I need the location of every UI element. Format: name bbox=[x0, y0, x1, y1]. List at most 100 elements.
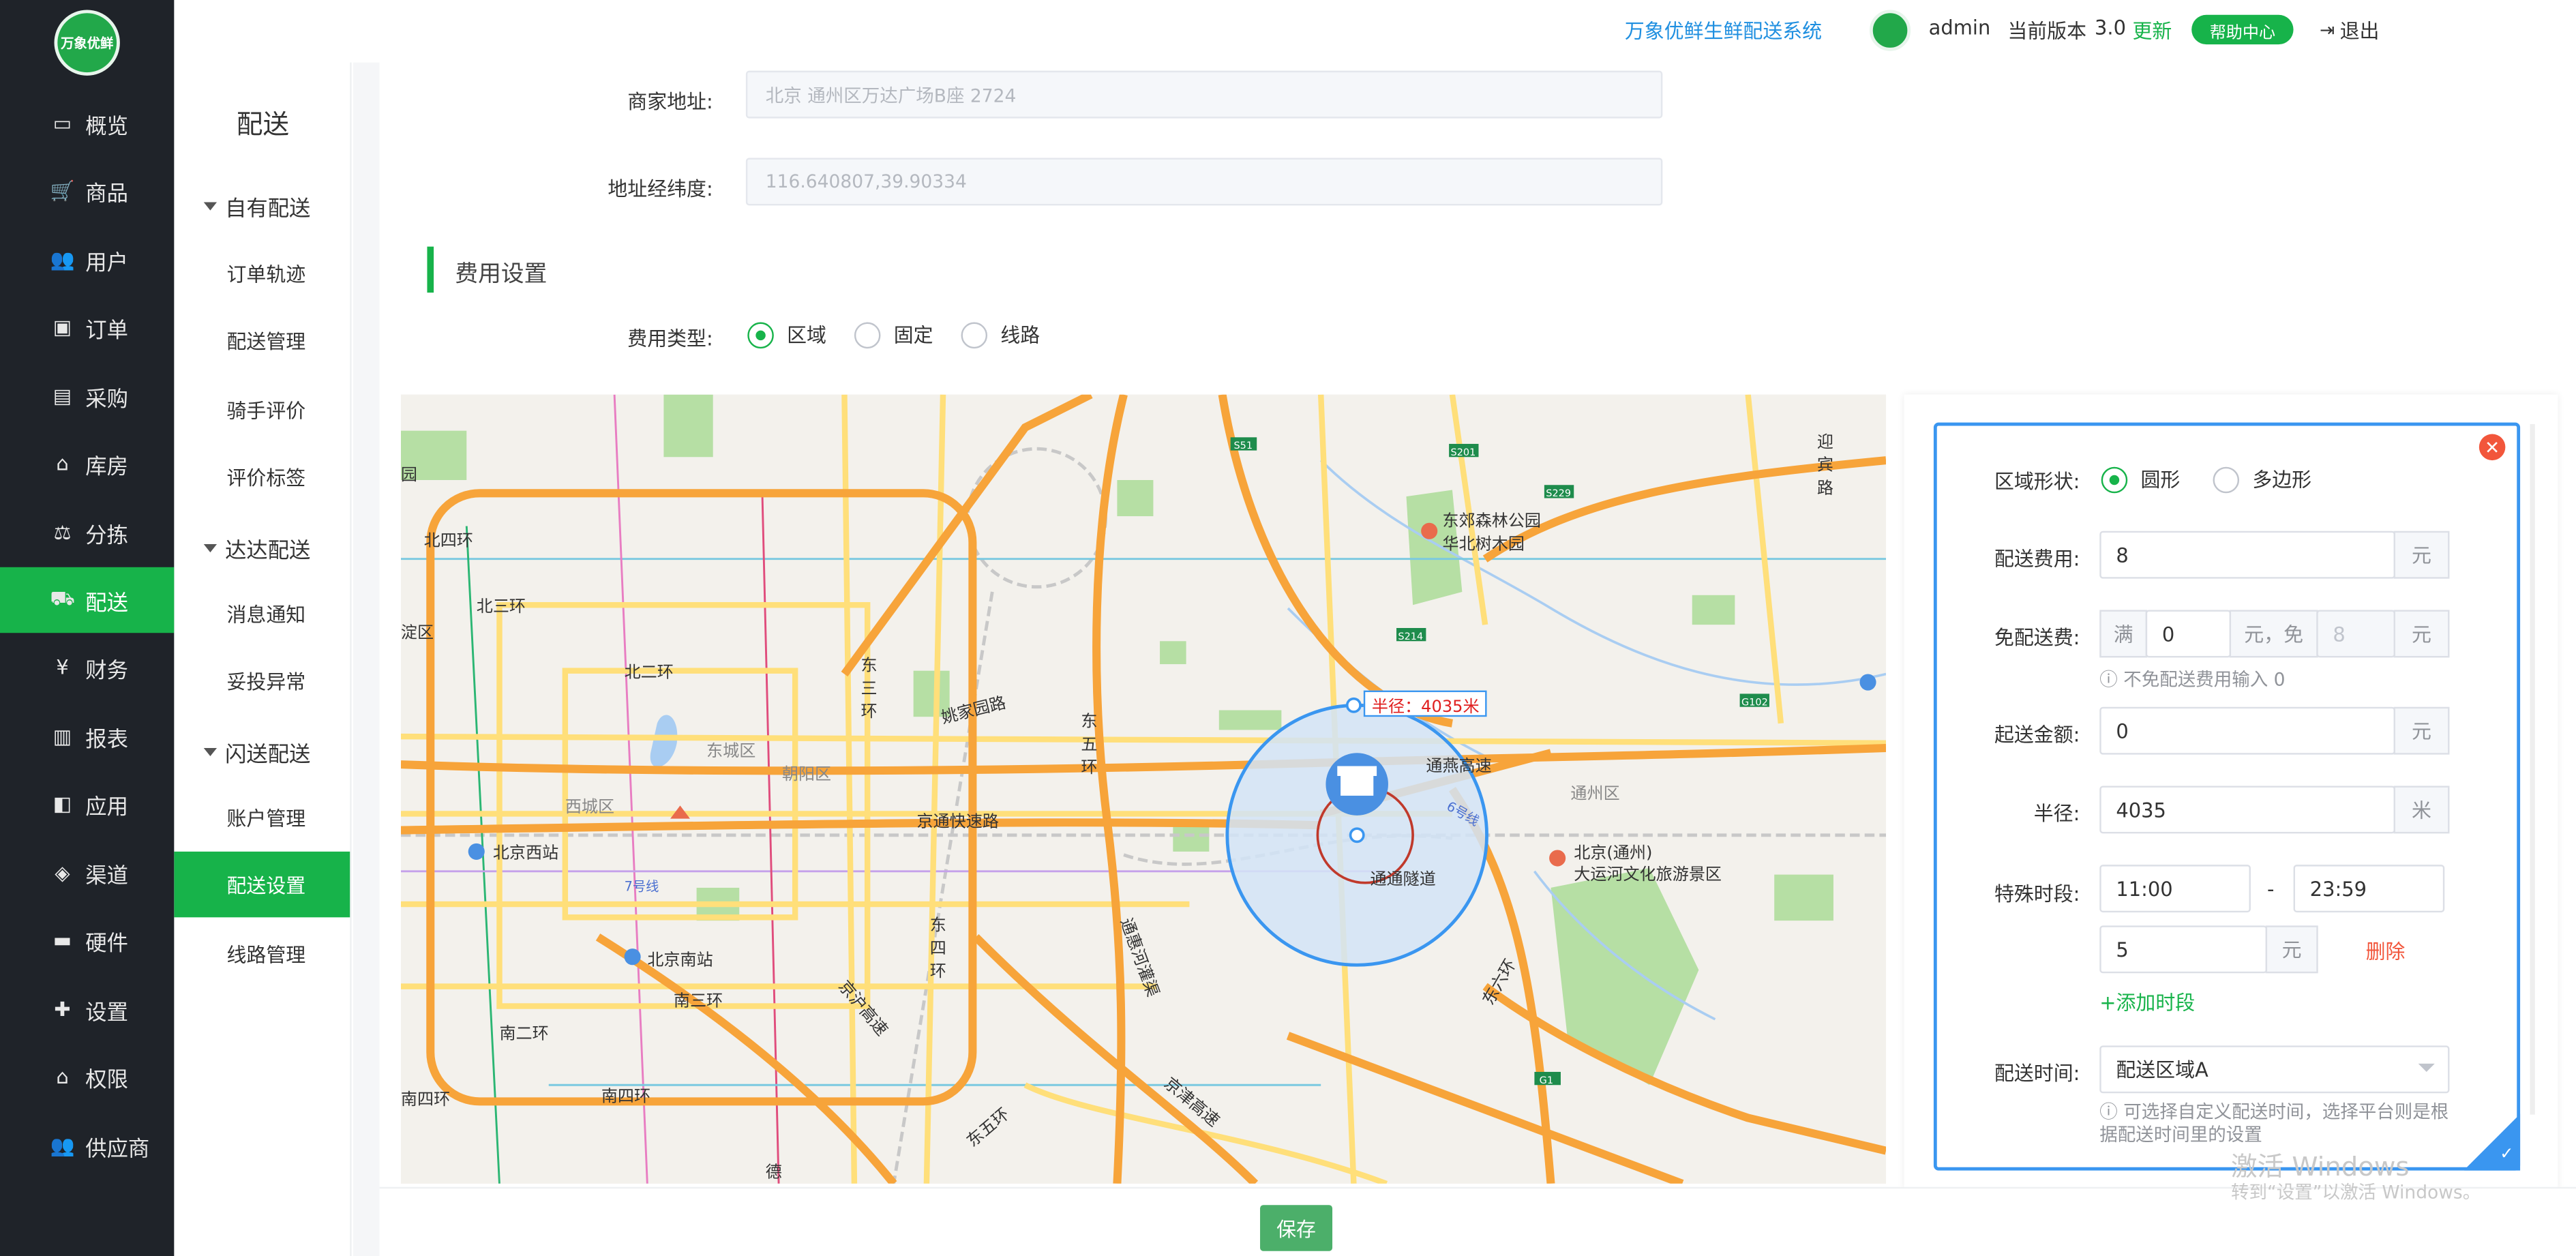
special-fee-unit: 元 bbox=[2265, 925, 2318, 974]
coords-field[interactable]: 116.640807,39.90334 bbox=[745, 158, 1663, 206]
svg-text:路: 路 bbox=[1817, 478, 1833, 497]
subnav-item-notifications[interactable]: 消息通知 bbox=[174, 580, 350, 646]
nav-item-permissions[interactable]: ⌂ 权限 bbox=[0, 1044, 174, 1109]
nav-item-apps[interactable]: ◧ 应用 bbox=[0, 771, 174, 837]
subnav-group-dada[interactable]: 达达配送 bbox=[203, 533, 310, 564]
special-start-input[interactable]: 11:00 bbox=[2099, 865, 2251, 913]
shape-label: 区域形状: bbox=[1994, 470, 2080, 494]
fee-label: 配送费用: bbox=[1994, 547, 2080, 571]
fee-type-radio-route[interactable]: 线路 bbox=[961, 320, 1040, 348]
nav-item-warehouse[interactable]: ⌂ 库房 bbox=[0, 431, 174, 496]
avatar[interactable] bbox=[1869, 10, 1911, 51]
group-icon: 👥 bbox=[50, 1134, 75, 1158]
radio-circle bbox=[2213, 466, 2240, 493]
shape-radio-polygon[interactable]: 多边形 bbox=[2213, 465, 2311, 493]
min-order-unit: 元 bbox=[2393, 706, 2450, 755]
svg-text:五: 五 bbox=[1081, 734, 1097, 753]
nav-label: 分拣 bbox=[85, 523, 128, 549]
nav-item-orders[interactable]: ▣ 订单 bbox=[0, 295, 174, 360]
nav-item-purchase[interactable]: ▤ 采购 bbox=[0, 363, 174, 429]
svg-text:大运河文化旅游景区: 大运河文化旅游景区 bbox=[1574, 865, 1722, 884]
delivery-time-select[interactable]: 配送区域A bbox=[2099, 1045, 2450, 1094]
nav-label: 用户 bbox=[85, 250, 128, 275]
subnav-group-own-delivery[interactable]: 自有配送 bbox=[203, 191, 310, 222]
radius-unit: 米 bbox=[2393, 786, 2450, 834]
radius-handle[interactable] bbox=[1345, 697, 1362, 713]
radio-circle bbox=[854, 321, 881, 348]
free-amount-input[interactable]: 8 bbox=[2316, 610, 2395, 658]
monitor-icon: ▭ bbox=[53, 111, 72, 135]
svg-text:南四环: 南四环 bbox=[601, 1086, 650, 1105]
svg-text:环: 环 bbox=[1081, 758, 1097, 777]
radius-tooltip: 半径：4035米 bbox=[1363, 690, 1488, 717]
nav-label: 设置 bbox=[85, 1000, 128, 1026]
coords-label: 地址经纬度: bbox=[608, 177, 713, 201]
fee-input[interactable]: 8 bbox=[2099, 530, 2395, 579]
fee-type-label: 费用类型: bbox=[627, 327, 713, 350]
save-button[interactable]: 保存 bbox=[1260, 1205, 1333, 1251]
yen-icon: ¥ bbox=[56, 655, 69, 679]
nav-label: 商品 bbox=[85, 181, 128, 207]
subnav-item-rider-review[interactable]: 骑手评价 bbox=[174, 376, 350, 442]
add-period-link[interactable]: +添加时段 bbox=[2099, 988, 2195, 1016]
panel-scrollbar[interactable] bbox=[2530, 424, 2535, 1115]
nav-item-hardware[interactable]: ▬ 硬件 bbox=[0, 908, 174, 973]
fee-type-radio-area[interactable]: 区域 bbox=[747, 320, 826, 348]
close-icon[interactable]: ✕ bbox=[2478, 434, 2506, 461]
min-order-input[interactable]: 0 bbox=[2099, 706, 2395, 755]
subnav-item-delivery-settings[interactable]: 配送设置 bbox=[174, 851, 350, 918]
nav-item-users[interactable]: 👥 用户 bbox=[0, 227, 174, 293]
subnav-item-delivery-exceptions[interactable]: 妥投异常 bbox=[174, 648, 350, 713]
app-logo[interactable]: 万象优鲜 bbox=[54, 10, 120, 76]
svg-text:北京南站: 北京南站 bbox=[647, 950, 713, 969]
nav-item-settings[interactable]: ✚ 设置 bbox=[0, 976, 174, 1042]
special-fee-input[interactable]: 5 bbox=[2099, 925, 2268, 974]
group-label: 闪送配送 bbox=[225, 743, 311, 768]
subnav-item-account[interactable]: 账户管理 bbox=[174, 784, 350, 850]
svg-text:宾: 宾 bbox=[1817, 455, 1833, 475]
username[interactable]: admin bbox=[1929, 16, 1991, 40]
nav-item-delivery[interactable]: ⛟ 配送 bbox=[0, 567, 175, 633]
fee-type-radio-fixed[interactable]: 固定 bbox=[854, 320, 933, 348]
users-icon: 👥 bbox=[50, 248, 75, 271]
svg-text:南三环: 南三环 bbox=[674, 991, 723, 1011]
radius-input[interactable]: 4035 bbox=[2099, 786, 2395, 834]
subnav-item-routes[interactable]: 线路管理 bbox=[174, 921, 350, 986]
free-fee-label: 免配送费: bbox=[1994, 626, 2080, 650]
nav-label: 概览 bbox=[85, 114, 128, 139]
nav-item-products[interactable]: 🛒 商品 bbox=[0, 158, 174, 223]
store-marker-icon[interactable] bbox=[1326, 753, 1388, 816]
nav-item-channels[interactable]: ◈ 渠道 bbox=[0, 840, 174, 906]
subnav-item-review-tags[interactable]: 评价标签 bbox=[174, 444, 350, 509]
subnav-item-delivery-manage[interactable]: 配送管理 bbox=[174, 308, 350, 373]
version-label: 当前版本 bbox=[2007, 19, 2087, 43]
nav-item-overview[interactable]: ▭ 概览 bbox=[0, 91, 174, 156]
map-canvas[interactable]: S51 S201 S229 S214 G102 G1 东郊森林公园 华北树木园 … bbox=[400, 394, 1887, 1184]
svg-text:东郊森林公园: 东郊森林公园 bbox=[1442, 511, 1541, 530]
truck-icon: ⛟ bbox=[50, 586, 75, 610]
nav-item-suppliers[interactable]: 👥 供应商 bbox=[0, 1113, 174, 1178]
help-center-button[interactable]: 帮助中心 bbox=[2191, 14, 2294, 45]
subnav-item-order-track[interactable]: 订单轨迹 bbox=[174, 240, 350, 305]
shape-radio-circle[interactable]: 圆形 bbox=[2101, 465, 2180, 493]
delivery-map[interactable]: S51 S201 S229 S214 G102 G1 东郊森林公园 华北树木园 … bbox=[400, 394, 1887, 1184]
update-link[interactable]: 更新 bbox=[2132, 16, 2172, 44]
bank-icon: ⌂ bbox=[56, 1065, 69, 1089]
nav-item-finance[interactable]: ¥ 财务 bbox=[0, 635, 174, 700]
nav-label: 供应商 bbox=[85, 1137, 150, 1162]
address-field[interactable]: 北京 通州区万达广场B座 2724 bbox=[745, 70, 1663, 119]
free-threshold-input[interactable]: 0 bbox=[2145, 610, 2232, 658]
section-title: 费用设置 bbox=[455, 261, 548, 288]
logout-button[interactable]: ⇥ 退出 bbox=[2320, 16, 2379, 44]
special-end-input[interactable]: 23:59 bbox=[2293, 865, 2445, 913]
nav-item-reports[interactable]: ▥ 报表 bbox=[0, 704, 174, 769]
svg-text:S214: S214 bbox=[1398, 631, 1423, 642]
subnav-group-flash[interactable]: 闪送配送 bbox=[203, 736, 311, 768]
info-icon: ⓘ bbox=[2099, 669, 2124, 691]
logout-icon: ⇥ bbox=[2320, 19, 2335, 42]
free-prefix: 满 bbox=[2099, 610, 2148, 658]
nav-item-sorting[interactable]: ⚖ 分拣 bbox=[0, 500, 174, 565]
delete-period-link[interactable]: 删除 bbox=[2366, 937, 2406, 965]
nav-label: 应用 bbox=[85, 794, 128, 820]
svg-text:三: 三 bbox=[861, 678, 878, 698]
